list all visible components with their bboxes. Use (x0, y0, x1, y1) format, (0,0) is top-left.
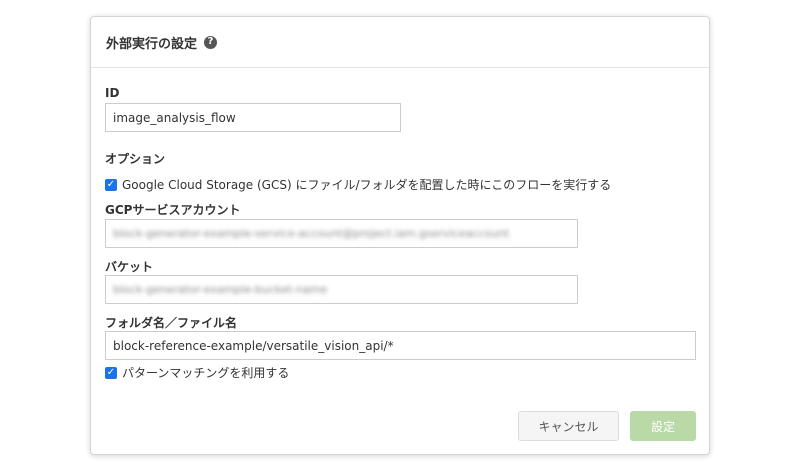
path-label: フォルダ名／ファイル名 (105, 316, 238, 330)
gcp-account-label: GCPサービスアカウント (105, 203, 241, 217)
question-circle-icon[interactable]: ? (204, 35, 218, 49)
pattern-matching-checkbox[interactable]: ✓ (105, 366, 117, 379)
id-input-value: image_analysis_flow (113, 110, 236, 125)
dialog-header: 外部実行の設定 ? (91, 17, 709, 68)
pattern-matching-label: パターンマッチングを利用する (122, 366, 290, 380)
id-label: ID (105, 86, 120, 100)
id-input[interactable]: image_analysis_flow (105, 103, 401, 132)
bucket-value: block-generator-example-bucket-name (113, 283, 328, 296)
submit-button[interactable]: 設定 (630, 411, 696, 441)
gcs-trigger-checkbox-row[interactable]: ✓ Google Cloud Storage (GCS) にファイル/フォルダを… (105, 176, 611, 193)
path-input[interactable]: block-reference-example/versatile_vision… (105, 331, 696, 360)
path-value: block-reference-example/versatile_vision… (113, 338, 394, 353)
bucket-input[interactable]: block-generator-example-bucket-name (105, 275, 578, 304)
options-label: オプション (105, 152, 166, 166)
gcp-account-input[interactable]: block-generator-example-service-account@… (105, 219, 578, 248)
bucket-label: バケット (105, 260, 154, 274)
gcs-trigger-label: Google Cloud Storage (GCS) にファイル/フォルダを配置… (122, 178, 612, 192)
gcp-account-value: block-generator-example-service-account@… (113, 227, 510, 240)
external-execution-dialog: 外部実行の設定 ? ID image_analysis_flow オプション ✓… (90, 16, 710, 455)
gcs-trigger-checkbox[interactable]: ✓ (105, 178, 117, 191)
dialog-title: 外部実行の設定 (106, 36, 198, 52)
cancel-button[interactable]: キャンセル (518, 411, 619, 441)
pattern-matching-checkbox-row[interactable]: ✓ パターンマッチングを利用する (105, 364, 289, 381)
